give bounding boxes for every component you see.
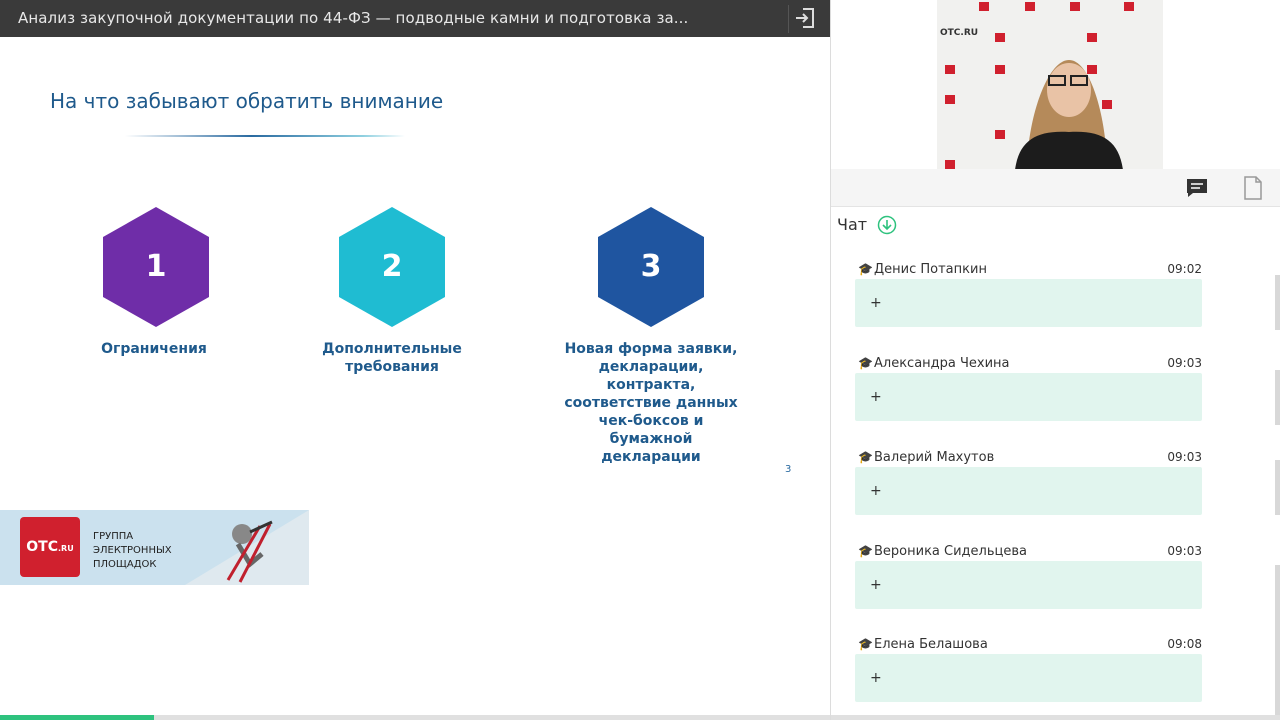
scrollbar-track[interactable] — [1275, 460, 1280, 515]
hexagon-2: 2 — [339, 207, 445, 327]
sign-in-icon — [796, 8, 814, 28]
message-text: + — [870, 577, 882, 593]
chat-icon[interactable] — [1185, 177, 1209, 199]
item-caption: Новая форма заявки, декларации, контракт… — [564, 341, 738, 465]
chat-title: Чат — [837, 215, 868, 234]
graduation-cap-icon: 🎓 — [858, 544, 873, 558]
chat-message-header: 🎓Елена Белашова 09:08 — [858, 637, 1202, 652]
chat-message-header: 🎓Валерий Махутов 09:03 — [858, 450, 1202, 465]
speaker-video: ОТС.RU — [937, 0, 1163, 169]
title-underline — [125, 135, 405, 137]
speaker-figure — [1015, 60, 1123, 169]
message-author: Вероника Сидельцева — [874, 544, 1027, 559]
chat-message-header: 🎓Александра Чехина 09:03 — [858, 356, 1202, 371]
item-caption: Дополнительные требования — [322, 341, 462, 375]
graduation-cap-icon: 🎓 — [858, 356, 873, 370]
hexagon-1: 1 — [103, 207, 209, 327]
chat-message-bubble: + — [855, 467, 1202, 515]
arrow-down-circle-icon[interactable] — [877, 215, 897, 235]
message-time: 09:02 — [1167, 262, 1202, 276]
presentation-slide: На что забывают обратить внимание 1 Огра… — [0, 37, 830, 715]
message-author: Александра Чехина — [874, 356, 1010, 371]
skier-mascot-icon — [226, 520, 273, 583]
message-text: + — [870, 389, 882, 405]
slide-title: На что забывают обратить внимание — [50, 89, 444, 113]
graduation-cap-icon: 🎓 — [858, 450, 873, 464]
slide-page-number: 3 — [785, 464, 792, 475]
presentation-title-bar: Анализ закупочной документации по 44-ФЗ … — [0, 0, 830, 37]
item-caption: Ограничения — [101, 341, 207, 357]
message-author: Валерий Махутов — [874, 450, 995, 465]
document-icon[interactable] — [1243, 176, 1263, 200]
chat-message-header: 🎓Вероника Сидельцева 09:03 — [858, 544, 1202, 559]
hexagon-3: 3 — [598, 207, 704, 327]
playback-progress-bar[interactable] — [0, 715, 1280, 720]
scrollbar-track[interactable] — [1275, 370, 1280, 425]
scrollbar-track[interactable] — [1275, 275, 1280, 330]
banner-text: ГРУППА ЭЛЕКТРОННЫХ ПЛОЩАДОК — [93, 531, 172, 570]
chat-message-bubble: + — [855, 279, 1202, 327]
message-time: 09:03 — [1167, 356, 1202, 370]
hexagon-number: 3 — [640, 249, 662, 284]
message-author: Елена Белашова — [874, 637, 988, 652]
panel-divider — [830, 0, 831, 720]
hexagon-number: 2 — [381, 249, 403, 284]
message-time: 09:03 — [1167, 450, 1202, 464]
hexagon-number: 1 — [145, 249, 167, 284]
message-text: + — [870, 483, 882, 499]
graduation-cap-icon: 🎓 — [858, 262, 873, 276]
presentation-title: Анализ закупочной документации по 44-ФЗ … — [18, 9, 689, 27]
otc-banner: ОТС.RU ГРУППА ЭЛЕКТРОННЫХ ПЛОЩАДОК — [0, 510, 309, 585]
scrollbar-track[interactable] — [1275, 565, 1280, 715]
otc-logo: ОТС.RU — [20, 517, 80, 577]
video-brand: ОТС.RU — [940, 28, 979, 38]
message-text: + — [870, 295, 882, 311]
chat-message-bubble: + — [855, 561, 1202, 609]
chat-message-bubble: + — [855, 654, 1202, 702]
message-time: 09:08 — [1167, 637, 1202, 651]
progress-fill — [0, 715, 154, 720]
chat-message-bubble: + — [855, 373, 1202, 421]
message-time: 09:03 — [1167, 544, 1202, 558]
chat-message-header: 🎓Денис Потапкин 09:02 — [858, 262, 1202, 277]
side-panel-toolbar — [831, 169, 1280, 207]
message-author: Денис Потапкин — [874, 262, 987, 277]
graduation-cap-icon: 🎓 — [858, 637, 873, 651]
message-text: + — [870, 670, 882, 686]
exit-button[interactable] — [788, 5, 819, 33]
